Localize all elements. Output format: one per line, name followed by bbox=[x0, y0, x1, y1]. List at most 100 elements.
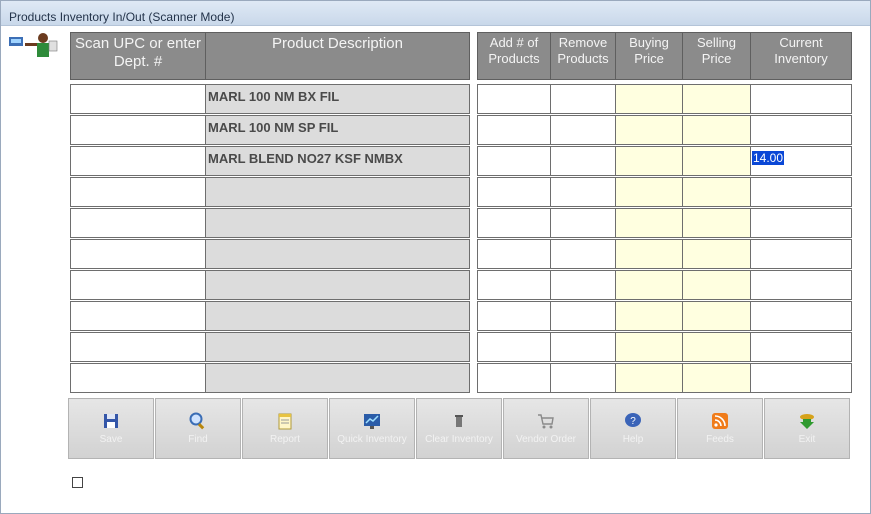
buying-price-cell[interactable] bbox=[615, 115, 683, 145]
description-cell bbox=[205, 270, 470, 300]
table-row: MARL 100 NM BX FIL bbox=[1, 84, 871, 114]
buying-price-cell[interactable] bbox=[615, 84, 683, 114]
upc-cell[interactable] bbox=[70, 363, 206, 393]
vendor-order-button[interactable]: Vendor Order bbox=[503, 398, 589, 459]
description-cell: MARL 100 NM BX FIL bbox=[205, 84, 470, 114]
header-buying-price: Buying Price bbox=[615, 32, 683, 80]
buying-price-cell[interactable] bbox=[615, 301, 683, 331]
feeds-button[interactable]: Feeds bbox=[677, 398, 763, 459]
remove-cell[interactable] bbox=[550, 146, 616, 176]
buying-price-cell[interactable] bbox=[615, 332, 683, 362]
current-inventory-cell[interactable] bbox=[750, 270, 852, 300]
selling-price-cell[interactable] bbox=[682, 301, 751, 331]
clear-inventory-button[interactable]: Clear Inventory bbox=[416, 398, 502, 459]
add-cell[interactable] bbox=[477, 115, 551, 145]
current-inventory-cell[interactable] bbox=[750, 363, 852, 393]
remove-cell[interactable] bbox=[550, 84, 616, 114]
selling-price-cell[interactable] bbox=[682, 177, 751, 207]
help-button[interactable]: ? Help bbox=[590, 398, 676, 459]
selling-price-cell[interactable] bbox=[682, 84, 751, 114]
report-label: Report bbox=[269, 434, 300, 445]
remove-cell[interactable] bbox=[550, 332, 616, 362]
remove-cell[interactable] bbox=[550, 115, 616, 145]
remove-cell[interactable] bbox=[550, 208, 616, 238]
buying-price-cell[interactable] bbox=[615, 208, 683, 238]
description-cell: MARL 100 NM SP FIL bbox=[205, 115, 470, 145]
header-description: Product Description bbox=[205, 32, 470, 80]
remove-cell[interactable] bbox=[550, 239, 616, 269]
selling-price-cell[interactable] bbox=[682, 208, 751, 238]
table-row bbox=[1, 301, 871, 331]
svg-text:?: ? bbox=[630, 416, 636, 427]
upc-cell[interactable] bbox=[70, 301, 206, 331]
description-cell bbox=[205, 208, 470, 238]
scanner-mode-checkbox[interactable] bbox=[72, 477, 83, 488]
current-inventory-cell[interactable] bbox=[750, 177, 852, 207]
upc-cell[interactable] bbox=[70, 177, 206, 207]
buying-price-cell[interactable] bbox=[615, 146, 683, 176]
quick-inventory-button[interactable]: Quick Inventory bbox=[329, 398, 415, 459]
title-bar[interactable]: Products Inventory In/Out (Scanner Mode) bbox=[1, 1, 870, 26]
chart-screen-icon bbox=[364, 414, 380, 429]
table-row bbox=[1, 239, 871, 269]
current-inventory-cell[interactable] bbox=[750, 301, 852, 331]
selling-price-cell[interactable] bbox=[682, 146, 751, 176]
description-cell bbox=[205, 363, 470, 393]
current-inventory-cell[interactable] bbox=[750, 115, 852, 145]
feeds-label: Feeds bbox=[706, 434, 734, 445]
selling-price-cell[interactable] bbox=[682, 270, 751, 300]
selling-price-cell[interactable] bbox=[682, 239, 751, 269]
add-cell[interactable] bbox=[477, 239, 551, 269]
upc-cell[interactable] bbox=[70, 332, 206, 362]
upc-cell[interactable] bbox=[70, 208, 206, 238]
remove-cell[interactable] bbox=[550, 363, 616, 393]
table-row: MARL 100 NM SP FIL bbox=[1, 115, 871, 145]
upc-cell[interactable] bbox=[70, 239, 206, 269]
upc-cell[interactable] bbox=[70, 115, 206, 145]
upc-cell[interactable] bbox=[70, 84, 206, 114]
rss-icon bbox=[712, 413, 728, 429]
current-inventory-cell[interactable] bbox=[750, 239, 852, 269]
find-button[interactable]: Find bbox=[155, 398, 241, 459]
description-cell bbox=[205, 332, 470, 362]
table-row bbox=[1, 332, 871, 362]
trash-icon bbox=[455, 415, 463, 427]
selling-price-cell[interactable] bbox=[682, 363, 751, 393]
add-cell[interactable] bbox=[477, 146, 551, 176]
upc-cell[interactable] bbox=[70, 270, 206, 300]
current-inventory-cell[interactable] bbox=[750, 208, 852, 238]
buying-price-cell[interactable] bbox=[615, 177, 683, 207]
current-inventory-cell[interactable]: 14.00 bbox=[750, 146, 852, 176]
description-cell bbox=[205, 301, 470, 331]
current-inventory-cell[interactable] bbox=[750, 332, 852, 362]
save-button[interactable]: Save bbox=[68, 398, 154, 459]
exit-button[interactable]: Exit bbox=[764, 398, 850, 459]
header-selling-price: Selling Price bbox=[682, 32, 751, 80]
buying-price-cell[interactable] bbox=[615, 270, 683, 300]
magnifier-icon bbox=[189, 412, 205, 430]
help-bubble-icon: ? bbox=[625, 413, 641, 427]
selling-price-cell[interactable] bbox=[682, 332, 751, 362]
header-add: Add # of Products bbox=[477, 32, 551, 80]
current-inventory-value[interactable]: 14.00 bbox=[752, 151, 785, 165]
remove-cell[interactable] bbox=[550, 301, 616, 331]
add-cell[interactable] bbox=[477, 332, 551, 362]
save-label: Save bbox=[99, 434, 123, 445]
current-inventory-cell[interactable] bbox=[750, 84, 852, 114]
add-cell[interactable] bbox=[477, 270, 551, 300]
exit-label: Exit bbox=[798, 434, 816, 445]
add-cell[interactable] bbox=[477, 177, 551, 207]
add-cell[interactable] bbox=[477, 301, 551, 331]
remove-cell[interactable] bbox=[550, 177, 616, 207]
add-cell[interactable] bbox=[477, 84, 551, 114]
remove-cell[interactable] bbox=[550, 270, 616, 300]
add-cell[interactable] bbox=[477, 208, 551, 238]
notepad-icon bbox=[278, 413, 292, 430]
selling-price-cell[interactable] bbox=[682, 115, 751, 145]
upc-cell[interactable] bbox=[70, 146, 206, 176]
buying-price-cell[interactable] bbox=[615, 363, 683, 393]
description-cell bbox=[205, 239, 470, 269]
add-cell[interactable] bbox=[477, 363, 551, 393]
report-button[interactable]: Report bbox=[242, 398, 328, 459]
buying-price-cell[interactable] bbox=[615, 239, 683, 269]
